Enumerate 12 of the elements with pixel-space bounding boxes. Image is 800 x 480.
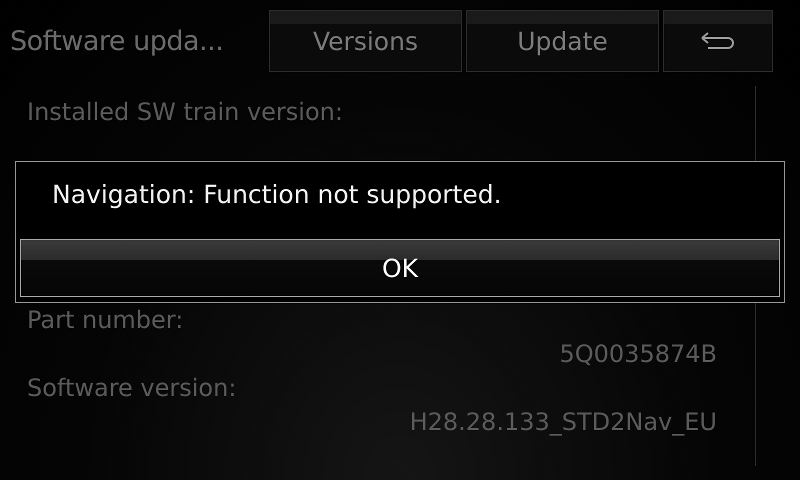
back-arrow-icon — [700, 32, 736, 50]
dialog-message: Navigation: Function not supported. — [51, 179, 503, 211]
tab-button[interactable]: Versions — [269, 10, 462, 72]
screen-title: Software upda... — [10, 26, 224, 56]
back-button[interactable] — [663, 10, 773, 72]
detail-label: Installed SW train version: — [27, 97, 344, 128]
ok-button[interactable]: OK — [20, 239, 780, 297]
detail-label: Part number: — [27, 305, 184, 336]
tab-button[interactable]: Update — [466, 10, 659, 72]
detail-value: 5Q0035874B — [558, 339, 717, 370]
detail-value: H28.28.133_STD2Nav_EU — [408, 407, 717, 438]
detail-label: Software version: — [27, 373, 238, 404]
